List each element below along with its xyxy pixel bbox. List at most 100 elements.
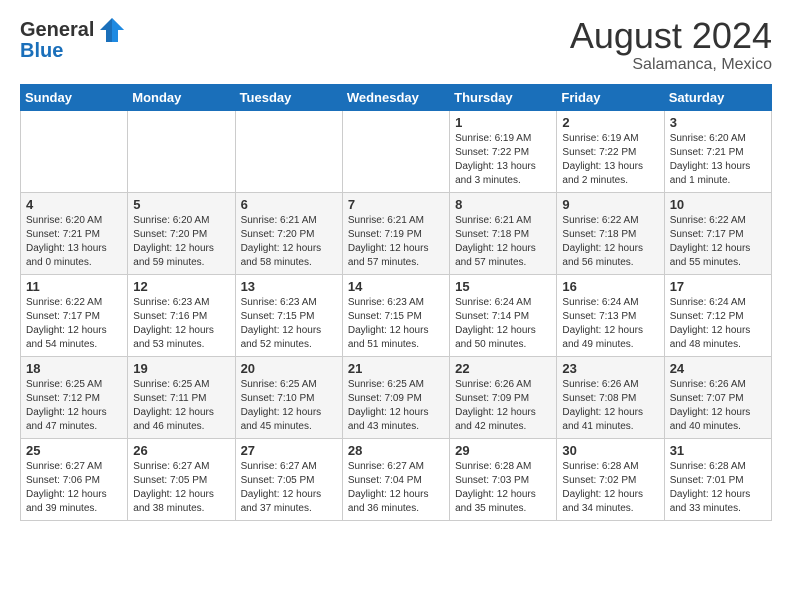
day-number: 15: [455, 279, 551, 294]
calendar-cell: [128, 110, 235, 192]
cell-content: Sunrise: 6:26 AM Sunset: 7:07 PM Dayligh…: [670, 378, 766, 434]
title-block: August 2024 Salamanca, Mexico: [570, 16, 772, 74]
day-number: 4: [26, 197, 122, 212]
cell-content: Sunrise: 6:28 AM Sunset: 7:03 PM Dayligh…: [455, 460, 551, 516]
calendar-week-row: 1Sunrise: 6:19 AM Sunset: 7:22 PM Daylig…: [21, 110, 772, 192]
day-number: 5: [133, 197, 229, 212]
calendar-cell: 4 Sunrise: 6:20 AM Sunset: 7:21 PM Daylig…: [21, 192, 128, 274]
day-number: 30: [562, 443, 658, 458]
cell-content: Sunrise: 6:26 AM Sunset: 7:08 PM Dayligh…: [562, 378, 658, 434]
cell-content: Sunrise: 6:25 AM Sunset: 7:09 PM Dayligh…: [348, 378, 444, 434]
day-number: 9: [562, 197, 658, 212]
calendar-cell: 31 Sunrise: 6:28 AM Sunset: 7:01 PM Dayli…: [664, 438, 771, 520]
cell-content: Sunrise: 6:21 AM Sunset: 7:19 PM Dayligh…: [348, 214, 444, 270]
calendar-cell: 27 Sunrise: 6:27 AM Sunset: 7:05 PM Dayli…: [235, 438, 342, 520]
location: Salamanca, Mexico: [570, 56, 772, 74]
day-number: 18: [26, 361, 122, 376]
day-number: 25: [26, 443, 122, 458]
day-number: 12: [133, 279, 229, 294]
logo: General Blue: [20, 16, 126, 63]
calendar-week-row: 18 Sunrise: 6:25 AM Sunset: 7:12 PM Dayli…: [21, 356, 772, 438]
day-number: 22: [455, 361, 551, 376]
calendar-cell: 28 Sunrise: 6:27 AM Sunset: 7:04 PM Dayli…: [342, 438, 449, 520]
calendar-day-header: Thursday: [450, 84, 557, 110]
day-number: 11: [26, 279, 122, 294]
cell-content: Sunrise: 6:27 AM Sunset: 7:05 PM Dayligh…: [133, 460, 229, 516]
cell-content: Sunrise: 6:22 AM Sunset: 7:17 PM Dayligh…: [670, 214, 766, 270]
calendar-week-row: 11 Sunrise: 6:22 AM Sunset: 7:17 PM Dayli…: [21, 274, 772, 356]
cell-content: Sunrise: 6:20 AM Sunset: 7:20 PM Dayligh…: [133, 214, 229, 270]
calendar-cell: 3 Sunrise: 6:20 AM Sunset: 7:21 PM Daylig…: [664, 110, 771, 192]
cell-content: Sunrise: 6:21 AM Sunset: 7:18 PM Dayligh…: [455, 214, 551, 270]
day-number: 14: [348, 279, 444, 294]
cell-content: Sunrise: 6:24 AM Sunset: 7:12 PM Dayligh…: [670, 296, 766, 352]
month-year: August 2024: [570, 16, 772, 56]
day-number: 6: [241, 197, 337, 212]
calendar-cell: 21 Sunrise: 6:25 AM Sunset: 7:09 PM Dayli…: [342, 356, 449, 438]
cell-content: Sunrise: 6:21 AM Sunset: 7:20 PM Dayligh…: [241, 214, 337, 270]
cell-content: Sunrise: 6:22 AM Sunset: 7:18 PM Dayligh…: [562, 214, 658, 270]
day-number: 16: [562, 279, 658, 294]
logo-icon: [98, 16, 126, 44]
day-number: 19: [133, 361, 229, 376]
day-number: 26: [133, 443, 229, 458]
cell-content: Sunrise: 6:25 AM Sunset: 7:10 PM Dayligh…: [241, 378, 337, 434]
calendar-week-row: 25Sunrise: 6:27 AM Sunset: 7:06 PM Dayli…: [21, 438, 772, 520]
calendar-cell: 13Sunrise: 6:23 AM Sunset: 7:15 PM Dayli…: [235, 274, 342, 356]
cell-content: Sunrise: 6:20 AM Sunset: 7:21 PM Dayligh…: [670, 132, 766, 188]
cell-content: Sunrise: 6:23 AM Sunset: 7:16 PM Dayligh…: [133, 296, 229, 352]
calendar-cell: 24Sunrise: 6:26 AM Sunset: 7:07 PM Dayli…: [664, 356, 771, 438]
day-number: 27: [241, 443, 337, 458]
day-number: 31: [670, 443, 766, 458]
calendar-cell: 15Sunrise: 6:24 AM Sunset: 7:14 PM Dayli…: [450, 274, 557, 356]
calendar-cell: 14Sunrise: 6:23 AM Sunset: 7:15 PM Dayli…: [342, 274, 449, 356]
day-number: 28: [348, 443, 444, 458]
calendar-cell: 17Sunrise: 6:24 AM Sunset: 7:12 PM Dayli…: [664, 274, 771, 356]
cell-content: Sunrise: 6:27 AM Sunset: 7:05 PM Dayligh…: [241, 460, 337, 516]
cell-content: Sunrise: 6:28 AM Sunset: 7:02 PM Dayligh…: [562, 460, 658, 516]
day-number: 2: [562, 115, 658, 130]
day-number: 3: [670, 115, 766, 130]
calendar: SundayMondayTuesdayWednesdayThursdayFrid…: [20, 84, 772, 521]
day-number: 20: [241, 361, 337, 376]
calendar-day-header: Wednesday: [342, 84, 449, 110]
calendar-day-header: Monday: [128, 84, 235, 110]
calendar-cell: 23 Sunrise: 6:26 AM Sunset: 7:08 PM Dayli…: [557, 356, 664, 438]
calendar-header-row: SundayMondayTuesdayWednesdayThursdayFrid…: [21, 84, 772, 110]
day-number: 23: [562, 361, 658, 376]
calendar-cell: 10 Sunrise: 6:22 AM Sunset: 7:17 PM Dayli…: [664, 192, 771, 274]
calendar-day-header: Sunday: [21, 84, 128, 110]
calendar-cell: 8 Sunrise: 6:21 AM Sunset: 7:18 PM Daylig…: [450, 192, 557, 274]
cell-content: Sunrise: 6:25 AM Sunset: 7:12 PM Dayligh…: [26, 378, 122, 434]
cell-content: Sunrise: 6:26 AM Sunset: 7:09 PM Dayligh…: [455, 378, 551, 434]
calendar-day-header: Friday: [557, 84, 664, 110]
calendar-cell: 18 Sunrise: 6:25 AM Sunset: 7:12 PM Dayli…: [21, 356, 128, 438]
calendar-day-header: Tuesday: [235, 84, 342, 110]
calendar-cell: 30 Sunrise: 6:28 AM Sunset: 7:02 PM Dayli…: [557, 438, 664, 520]
calendar-day-header: Saturday: [664, 84, 771, 110]
day-number: 29: [455, 443, 551, 458]
day-number: 8: [455, 197, 551, 212]
calendar-cell: 25Sunrise: 6:27 AM Sunset: 7:06 PM Dayli…: [21, 438, 128, 520]
day-number: 21: [348, 361, 444, 376]
day-number: 10: [670, 197, 766, 212]
cell-content: Sunrise: 6:22 AM Sunset: 7:17 PM Dayligh…: [26, 296, 122, 352]
calendar-cell: 11 Sunrise: 6:22 AM Sunset: 7:17 PM Dayli…: [21, 274, 128, 356]
day-number: 7: [348, 197, 444, 212]
header: General Blue August 2024 Salamanca, Mexi…: [20, 16, 772, 74]
day-number: 1: [455, 115, 551, 130]
calendar-cell: 26 Sunrise: 6:27 AM Sunset: 7:05 PM Dayli…: [128, 438, 235, 520]
calendar-cell: 5 Sunrise: 6:20 AM Sunset: 7:20 PM Daylig…: [128, 192, 235, 274]
cell-content: Sunrise: 6:27 AM Sunset: 7:04 PM Dayligh…: [348, 460, 444, 516]
cell-content: Sunrise: 6:28 AM Sunset: 7:01 PM Dayligh…: [670, 460, 766, 516]
cell-content: Sunrise: 6:25 AM Sunset: 7:11 PM Dayligh…: [133, 378, 229, 434]
calendar-cell: 9 Sunrise: 6:22 AM Sunset: 7:18 PM Daylig…: [557, 192, 664, 274]
calendar-cell: 19 Sunrise: 6:25 AM Sunset: 7:11 PM Dayli…: [128, 356, 235, 438]
calendar-cell: [235, 110, 342, 192]
calendar-cell: 29 Sunrise: 6:28 AM Sunset: 7:03 PM Dayli…: [450, 438, 557, 520]
calendar-cell: 22 Sunrise: 6:26 AM Sunset: 7:09 PM Dayli…: [450, 356, 557, 438]
cell-content: Sunrise: 6:20 AM Sunset: 7:21 PM Dayligh…: [26, 214, 122, 270]
logo-blue-text: Blue: [20, 40, 63, 63]
cell-content: Sunrise: 6:23 AM Sunset: 7:15 PM Dayligh…: [241, 296, 337, 352]
calendar-cell: 6 Sunrise: 6:21 AM Sunset: 7:20 PM Daylig…: [235, 192, 342, 274]
